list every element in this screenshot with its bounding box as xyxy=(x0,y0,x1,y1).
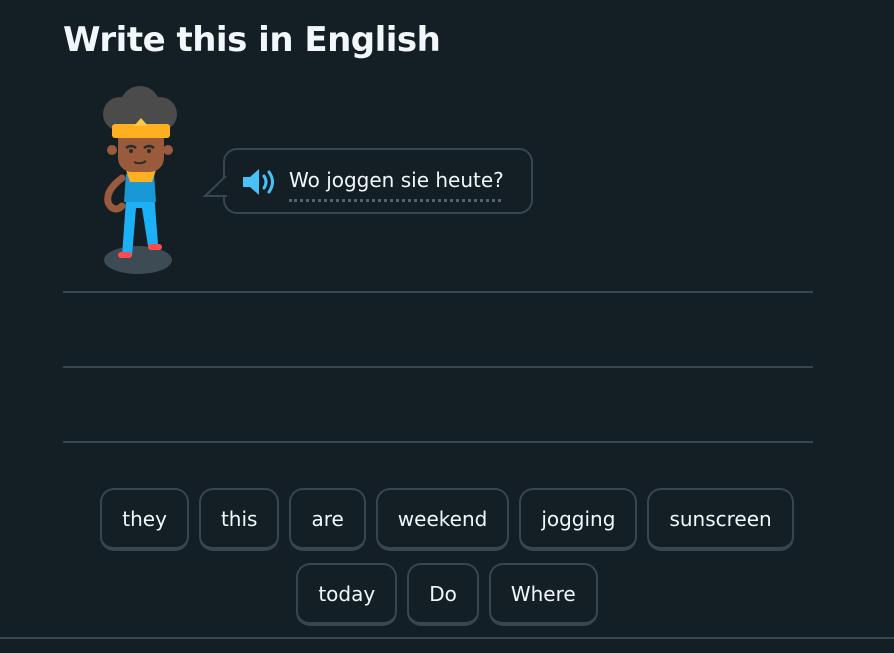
word-tile-jogging[interactable]: jogging xyxy=(519,488,638,551)
word-tile-they[interactable]: they xyxy=(100,488,189,551)
page-title: Write this in English xyxy=(63,20,441,60)
word-tile-this[interactable]: this xyxy=(198,488,280,551)
speech-bubble-tail xyxy=(203,174,227,197)
speaker-icon[interactable] xyxy=(241,167,279,197)
word-tile-are[interactable]: are xyxy=(289,488,366,551)
character-illustration xyxy=(103,86,177,274)
word-tile-where[interactable]: Where xyxy=(488,563,598,626)
word-bank-row-1: they this are weekend jogging sunscreen xyxy=(0,488,894,551)
word-tile-sunscreen[interactable]: sunscreen xyxy=(647,488,794,551)
word-tile-do[interactable]: Do xyxy=(407,563,479,626)
answer-line-1 xyxy=(63,291,813,293)
word-tile-weekend[interactable]: weekend xyxy=(375,488,510,551)
prompt-sentence[interactable]: Wo joggen sie heute? xyxy=(289,168,504,192)
footer-divider xyxy=(0,637,894,639)
speech-bubble: Wo joggen sie heute? xyxy=(203,148,533,214)
prompt-hint-underline xyxy=(289,199,501,202)
word-bank-row-2: today Do Where xyxy=(0,563,894,626)
answer-line-3 xyxy=(63,441,813,443)
word-tile-today[interactable]: today xyxy=(296,563,398,626)
answer-line-2 xyxy=(63,366,813,368)
